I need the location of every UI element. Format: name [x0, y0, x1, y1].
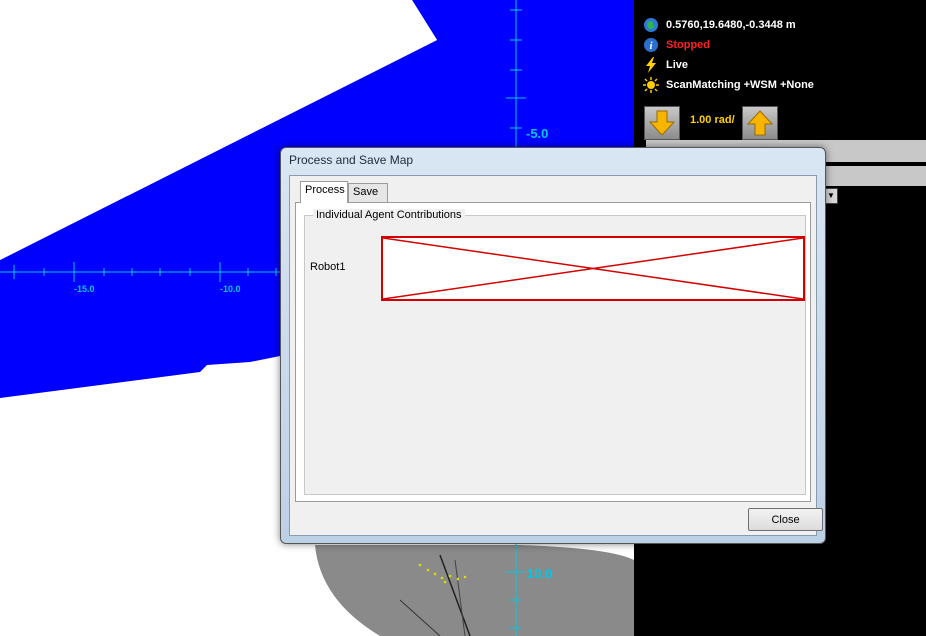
position-row: 0.5760,19.6480,-0.3448 m — [642, 16, 796, 34]
globe-icon — [642, 16, 660, 34]
process-tab-panel: Individual Agent Contributions Robot1 — [295, 202, 811, 502]
unknown-region — [315, 545, 634, 636]
y-tick-label: -5.0 — [526, 126, 549, 141]
position-text: 0.5760,19.6480,-0.3448 m — [666, 19, 796, 31]
speed-up-button[interactable] — [742, 106, 778, 140]
mode-text: ScanMatching +WSM +None — [666, 79, 814, 91]
speed-down-button[interactable] — [644, 106, 680, 140]
agent-contributions-group: Individual Agent Contributions Robot1 — [304, 209, 806, 495]
state-text: Stopped — [666, 39, 710, 51]
dialog-body: Process Save Individual Agent Contributi… — [289, 175, 823, 536]
speed-label: 1.00 rad/ — [690, 114, 735, 126]
connection-row: Live — [642, 56, 688, 74]
group-label: Individual Agent Contributions — [313, 209, 465, 221]
tab-process[interactable]: Process — [300, 181, 348, 203]
arrow-up-icon — [746, 110, 774, 136]
connection-text: Live — [666, 59, 689, 71]
arrow-down-icon — [648, 110, 676, 136]
x-tick-label: -10.0 — [220, 284, 241, 294]
broken-image-icon — [381, 236, 805, 301]
dialog-title: Process and Save Map — [289, 153, 414, 167]
sun-icon — [642, 76, 660, 94]
info-icon: i — [642, 36, 660, 54]
panel-strip — [826, 166, 926, 186]
agent-name: Robot1 — [310, 261, 346, 273]
x-tick-label: -15.0 — [74, 284, 95, 294]
mode-row: ScanMatching +WSM +None — [642, 76, 814, 94]
close-button[interactable]: Close — [748, 508, 823, 531]
dropdown-button[interactable]: ▼ — [824, 188, 838, 204]
process-save-map-dialog: Process and Save Map Process Save Indivi… — [280, 147, 826, 544]
tab-save[interactable]: Save — [348, 183, 388, 203]
state-row: i Stopped — [642, 36, 710, 54]
y-tick-label: 10.0 — [527, 566, 553, 581]
lightning-icon — [642, 56, 660, 74]
